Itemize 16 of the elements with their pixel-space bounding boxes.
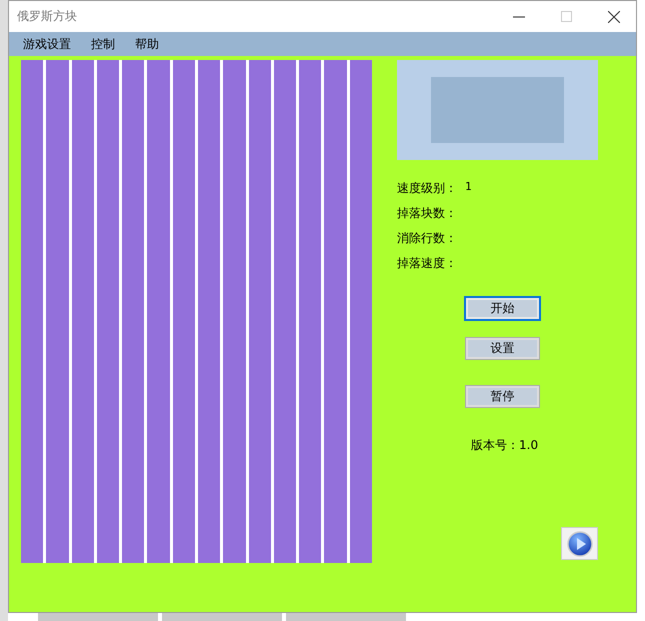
menu-item[interactable]: 游戏设置 bbox=[23, 36, 71, 52]
maximize-icon bbox=[561, 11, 572, 22]
menu-item[interactable]: 帮助 bbox=[135, 36, 159, 52]
stat-label: 掉落速度： bbox=[397, 255, 457, 272]
close-icon[interactable] bbox=[608, 10, 620, 22]
game-button[interactable]: 暂停 bbox=[466, 386, 539, 407]
stat-label: 消除行数： bbox=[397, 230, 457, 247]
play-button[interactable] bbox=[561, 527, 598, 560]
stat-label: 速度级别： bbox=[397, 180, 457, 197]
window-title: 俄罗斯方块 bbox=[17, 8, 77, 25]
game-button[interactable]: 设置 bbox=[466, 338, 539, 359]
menu-item[interactable]: 控制 bbox=[91, 36, 115, 52]
stat-label: 掉落块数： bbox=[397, 205, 457, 222]
version-label: 版本号：1.0 bbox=[471, 437, 540, 454]
game-button[interactable]: 开始 bbox=[466, 298, 539, 319]
stat-value: 1 bbox=[465, 180, 472, 195]
